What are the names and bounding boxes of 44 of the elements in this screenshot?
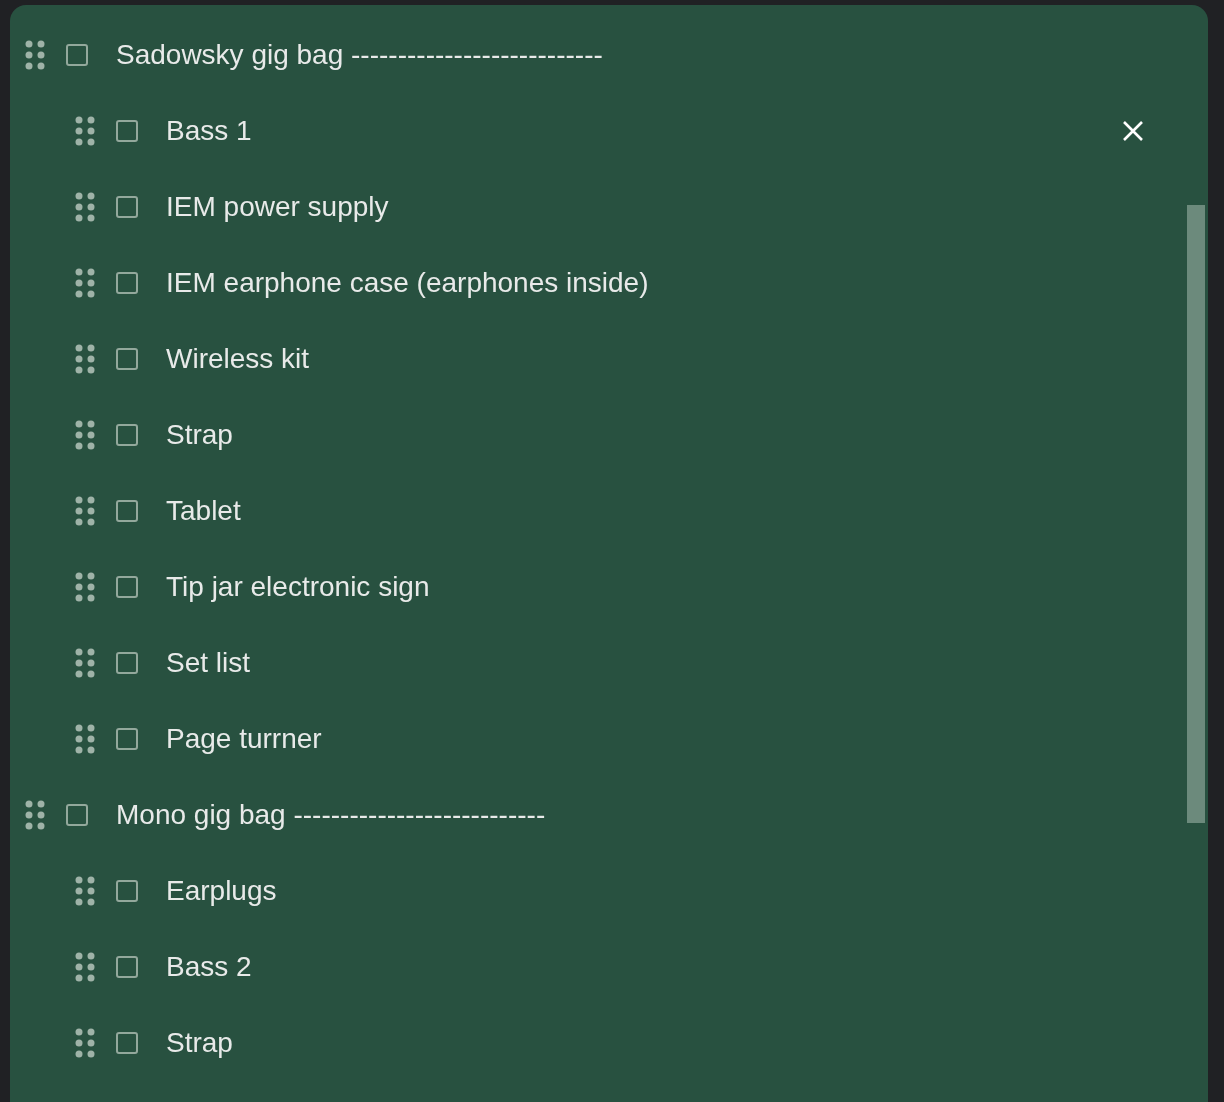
checkbox[interactable]	[116, 1032, 138, 1054]
drag-handle-icon[interactable]	[25, 39, 45, 71]
checkbox[interactable]	[116, 196, 138, 218]
checkbox[interactable]	[116, 576, 138, 598]
item-text[interactable]: Page turrner	[166, 723, 322, 755]
item-text[interactable]: Set list	[166, 647, 251, 679]
item-text[interactable]: Strap	[166, 1027, 233, 1059]
drag-handle-icon[interactable]	[25, 799, 45, 831]
checkbox[interactable]	[116, 500, 138, 522]
drag-handle-icon[interactable]	[75, 723, 95, 755]
checkbox[interactable]	[66, 804, 88, 826]
scrollbar-thumb[interactable]	[1187, 205, 1205, 823]
checkbox[interactable]	[116, 348, 138, 370]
checkbox[interactable]	[116, 880, 138, 902]
item-text[interactable]: Bass 1	[166, 115, 252, 147]
checkbox[interactable]	[116, 652, 138, 674]
drag-handle-icon[interactable]	[75, 951, 95, 983]
item-text[interactable]: Wireless kit	[166, 343, 310, 375]
checkbox[interactable]	[66, 44, 88, 66]
drag-handle-icon[interactable]	[75, 1027, 95, 1059]
item-text[interactable]: Earplugs	[166, 875, 277, 907]
checkbox[interactable]	[116, 120, 138, 142]
drag-handle-icon[interactable]	[75, 419, 95, 451]
item-text[interactable]: IEM power supply	[166, 191, 389, 223]
item-text[interactable]: Mono gig bag ---------------------------	[116, 799, 546, 831]
close-icon[interactable]	[1122, 120, 1144, 142]
drag-handle-icon[interactable]	[75, 267, 95, 299]
drag-handle-icon[interactable]	[75, 875, 95, 907]
item-text[interactable]: Sadowsky gig bag ---------------------------	[116, 39, 603, 71]
drag-handle-icon[interactable]	[75, 571, 95, 603]
drag-handle-icon[interactable]	[75, 647, 95, 679]
item-text[interactable]: Bass 2	[166, 951, 252, 983]
item-text[interactable]: Strap	[166, 419, 233, 451]
checkbox[interactable]	[116, 272, 138, 294]
checkbox[interactable]	[116, 728, 138, 750]
drag-handle-icon[interactable]	[75, 495, 95, 527]
drag-handle-icon[interactable]	[75, 343, 95, 375]
item-text[interactable]: IEM earphone case (earphones inside)	[166, 267, 649, 299]
drag-handle-icon[interactable]	[75, 191, 95, 223]
item-text[interactable]: Tablet	[166, 495, 241, 527]
checkbox[interactable]	[116, 956, 138, 978]
drag-handle-icon[interactable]	[75, 115, 95, 147]
item-text[interactable]: Tip jar electronic sign	[166, 571, 430, 603]
checkbox[interactable]	[116, 424, 138, 446]
